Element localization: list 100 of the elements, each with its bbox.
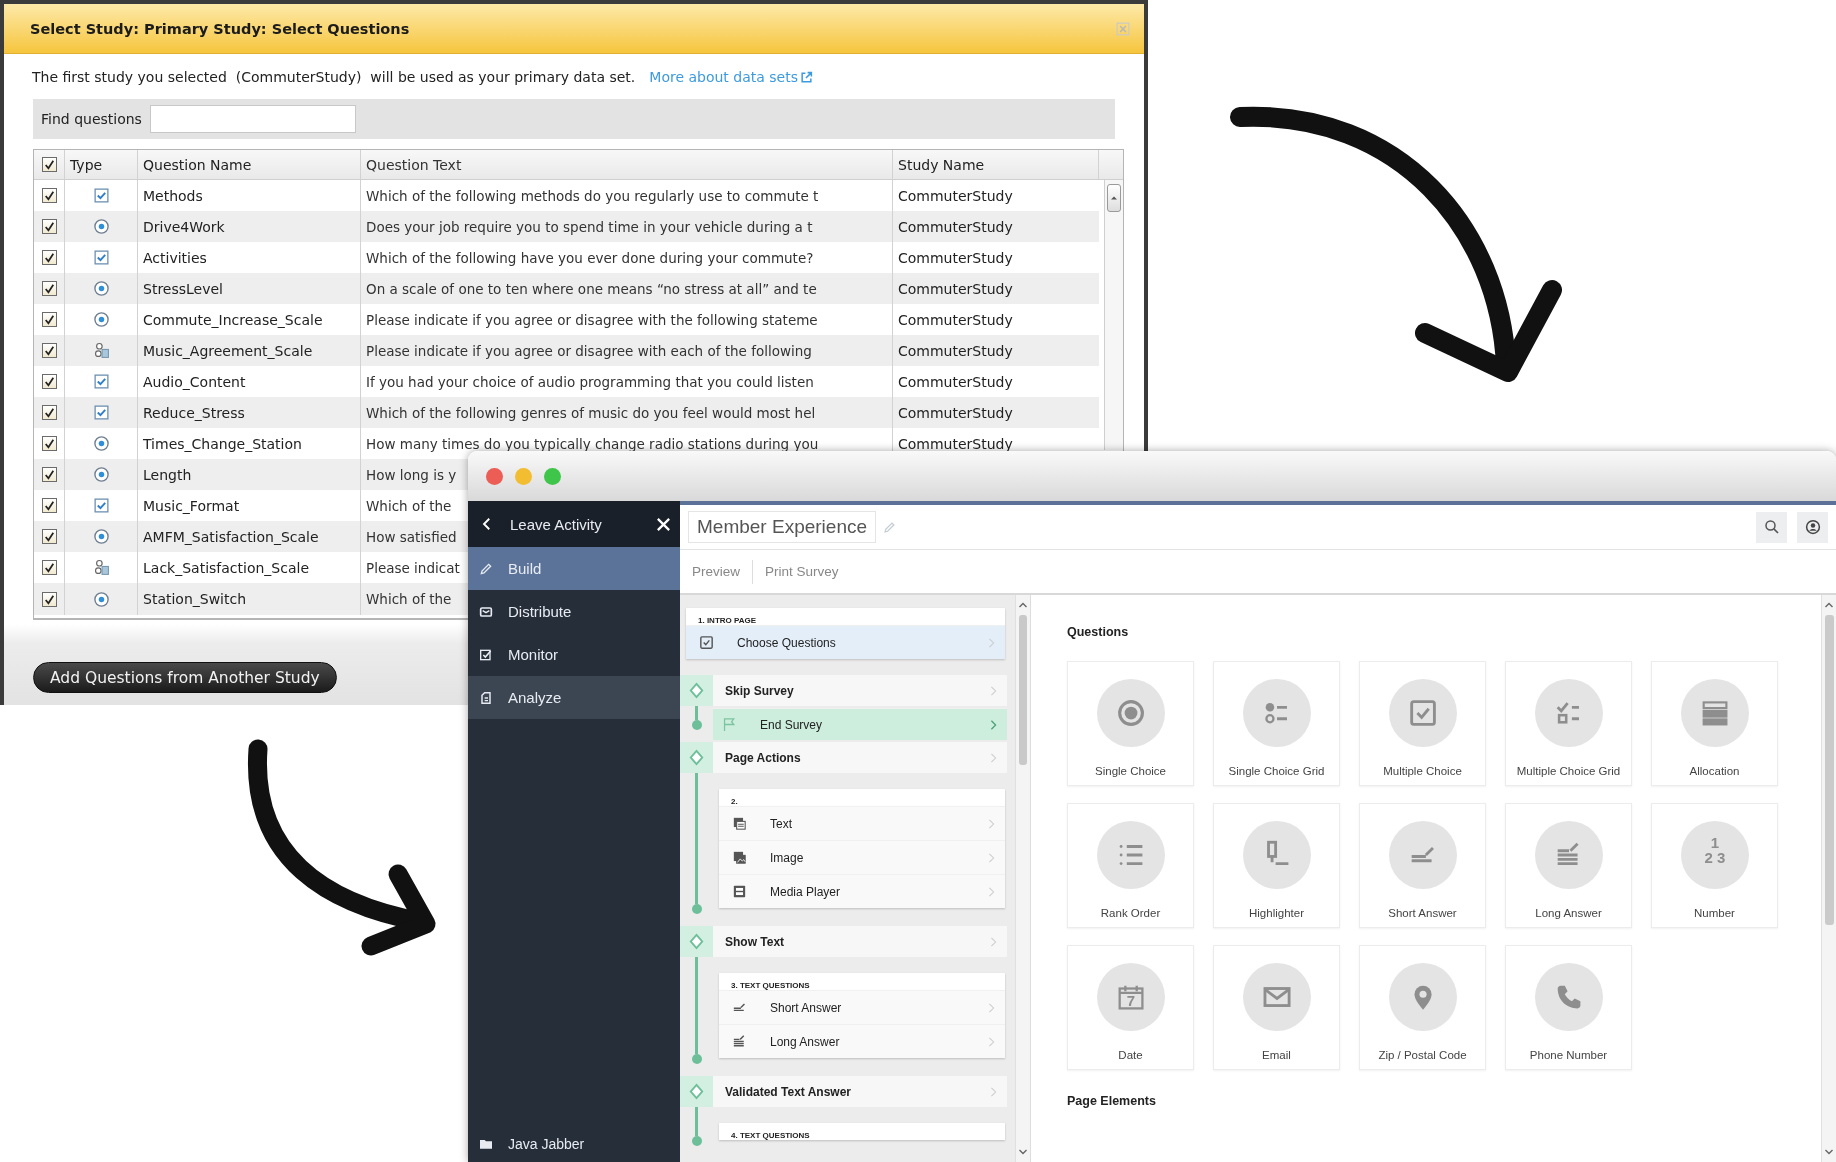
search-button[interactable] (1756, 511, 1787, 543)
scrollbar-thumb[interactable] (1824, 615, 1834, 925)
row-checkbox[interactable] (41, 405, 57, 420)
leave-activity-link[interactable]: Leave Activity (510, 515, 602, 533)
scroll-up-icon[interactable] (1824, 601, 1834, 609)
row-checkbox[interactable] (41, 560, 57, 575)
diamond-node-icon (687, 932, 706, 951)
scroll-down-icon[interactable] (1824, 1148, 1834, 1156)
question-type-tile[interactable]: 7 Date (1067, 945, 1194, 1070)
row-checkbox[interactable] (41, 467, 57, 482)
long-text-icon (1534, 821, 1603, 889)
row-checkbox[interactable] (41, 188, 57, 203)
outline-item[interactable]: Long Answer (719, 1024, 1005, 1058)
chevron-icon (988, 1035, 995, 1048)
sidebar-item[interactable]: Monitor (468, 633, 680, 676)
row-checkbox[interactable] (41, 498, 57, 513)
row-checkbox[interactable] (41, 436, 57, 451)
outline-item[interactable]: Choose Questions (686, 625, 1005, 659)
question-type-tile[interactable]: Multiple Choice Grid (1505, 661, 1632, 786)
account-button[interactable] (1797, 511, 1828, 543)
radio-list-icon (1242, 679, 1311, 747)
toolbar-link[interactable]: Print Survey (765, 564, 839, 579)
question-name: AMFM_Satisfaction_Scale (143, 528, 319, 545)
question-type-tile[interactable]: Zip / Postal Code (1359, 945, 1486, 1070)
scrollbar[interactable] (1104, 180, 1123, 450)
phone-icon (1534, 963, 1603, 1031)
question-name: Commute_Increase_Scale (143, 311, 323, 328)
radio-type-icon (92, 528, 110, 545)
chevron-icon (988, 1001, 995, 1014)
action-row[interactable]: Skip Survey (713, 675, 1007, 706)
study-name: CommuterStudy (898, 249, 1013, 266)
timeline-line (695, 1107, 698, 1136)
question-type-tile[interactable]: Single Choice (1067, 661, 1194, 786)
action-item[interactable]: End Survey (713, 708, 1007, 740)
close-icon[interactable] (655, 515, 672, 533)
question-type-tile[interactable]: Single Choice Grid (1213, 661, 1340, 786)
envelope-icon (1242, 963, 1311, 1031)
checkbox-type-icon (92, 497, 110, 514)
chevron-icon (990, 718, 997, 731)
question-name: Audio_Content (143, 373, 246, 390)
question-text: How many times do you typically change radio stations during you (366, 435, 819, 452)
text-icon (731, 815, 748, 832)
user-icon (1803, 518, 1822, 536)
sidebar-item[interactable]: Analyze (468, 676, 680, 719)
question-name: Music_Agreement_Scale (143, 342, 313, 359)
row-checkbox[interactable] (41, 312, 57, 327)
grid-type-icon (92, 342, 110, 359)
select-all-checkbox[interactable] (41, 157, 57, 172)
study-name: CommuterStudy (898, 373, 1013, 390)
section-heading: Page Elements (1067, 1094, 1157, 1108)
timeline-dot (691, 1054, 702, 1064)
row-checkbox[interactable] (41, 343, 57, 358)
question-name: StressLevel (143, 280, 223, 297)
sidebar-item[interactable]: Build (468, 547, 680, 590)
add-questions-button[interactable]: Add Questions from Another Study (33, 662, 337, 693)
outline-item[interactable]: Media Player (719, 874, 1005, 908)
question-type-tile[interactable]: Allocation (1651, 661, 1778, 786)
question-type-tile[interactable]: Short Answer (1359, 803, 1486, 928)
scrollbar[interactable] (1821, 595, 1836, 1162)
page-heading: 2. (731, 797, 738, 806)
action-row[interactable]: Show Text (713, 926, 1007, 957)
survey-title-field[interactable]: Member Experience (688, 511, 877, 543)
sidebar-item[interactable]: Distribute (468, 590, 680, 633)
scroll-down-icon[interactable] (1018, 1148, 1028, 1156)
outline-item[interactable]: Text (719, 806, 1005, 840)
row-checkbox[interactable] (41, 281, 57, 296)
question-type-tile[interactable]: 1 2 3 Number (1651, 803, 1778, 928)
column-header[interactable]: Type (70, 156, 103, 173)
question-type-tile[interactable]: Multiple Choice (1359, 661, 1486, 786)
action-row[interactable]: Page Actions (713, 742, 1007, 773)
column-header[interactable]: Study Name (898, 156, 985, 173)
project-name: Java Jabber (508, 1136, 585, 1152)
row-checkbox[interactable] (41, 250, 57, 265)
question-text: Please indicate if you agree or disagree with each of the following (366, 342, 812, 359)
row-checkbox[interactable] (41, 591, 57, 607)
numbered-list-icon (1096, 821, 1165, 889)
scroll-up-icon[interactable] (1018, 601, 1028, 609)
column-header[interactable]: Question Name (143, 156, 252, 173)
chevron-icon (990, 684, 997, 697)
outline-item[interactable]: Image (719, 840, 1005, 874)
question-type-tile[interactable]: Email (1213, 945, 1340, 1070)
question-type-tile[interactable]: Highlighter (1213, 803, 1340, 928)
question-text: How long is y (366, 466, 457, 483)
scrollbar[interactable] (1015, 595, 1030, 1162)
scrollbar-thumb[interactable] (1019, 615, 1027, 765)
row-checkbox[interactable] (41, 529, 57, 544)
action-row[interactable]: Validated Text Answer (713, 1076, 1007, 1107)
toolbar-link[interactable]: Preview (692, 564, 740, 579)
grid-type-icon (92, 559, 110, 576)
row-checkbox[interactable] (41, 374, 57, 389)
close-window-button[interactable] (486, 467, 503, 485)
question-type-tile[interactable]: Phone Number (1505, 945, 1632, 1070)
row-checkbox[interactable] (41, 219, 57, 234)
study-name: CommuterStudy (898, 342, 1013, 359)
question-type-tile[interactable]: Rank Order (1067, 803, 1194, 928)
outline-item[interactable]: Short Answer (719, 990, 1005, 1024)
find-questions-field[interactable] (149, 105, 356, 133)
column-header[interactable]: Question Text (366, 156, 462, 173)
timeline-dot (691, 720, 702, 730)
question-type-tile[interactable]: Long Answer (1505, 803, 1632, 928)
